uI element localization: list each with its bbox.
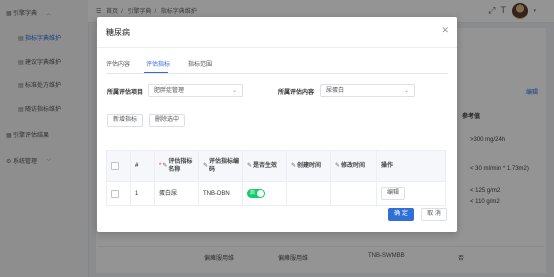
cell: 是否生效 bbox=[253, 163, 278, 169]
row-checkbox-cell bbox=[107, 182, 131, 205]
content-label: 所属评估内容 bbox=[278, 90, 315, 96]
row-ops: 编辑 bbox=[377, 182, 447, 205]
delete-selected-button[interactable]: 删除选中 bbox=[149, 114, 185, 127]
cell: 修改时间 bbox=[341, 163, 366, 169]
project-select[interactable]: 肥胖症管理 ⌄ bbox=[148, 84, 243, 97]
select-value: 尿蛋白 bbox=[326, 88, 345, 94]
edit-row-button[interactable]: 编辑 bbox=[381, 187, 405, 200]
toggle-knob bbox=[257, 190, 264, 197]
edit-icon: ✎ bbox=[291, 163, 297, 169]
divider bbox=[106, 73, 448, 74]
header-modified: ✎ 修改时间 bbox=[331, 151, 377, 181]
tab-content[interactable]: 评估内容 bbox=[106, 59, 130, 68]
row-code[interactable]: TNB-DBN bbox=[199, 182, 243, 205]
select-value: 肥胖症管理 bbox=[154, 88, 185, 94]
tab-range[interactable]: 指标范围 bbox=[188, 59, 212, 68]
edit-icon: ✎ bbox=[335, 163, 341, 169]
divider bbox=[97, 47, 457, 48]
edit-icon: ✎ bbox=[203, 163, 209, 169]
content-select[interactable]: 尿蛋白 ⌄ bbox=[320, 84, 415, 97]
cancel-button[interactable]: 取 消 bbox=[421, 208, 447, 221]
dialog-title: 糖尿病 bbox=[106, 28, 130, 37]
project-label: 所属评估项目 bbox=[107, 90, 144, 96]
confirm-button[interactable]: 确 定 bbox=[388, 208, 414, 221]
header-ops: 操作 bbox=[381, 163, 394, 169]
tab-indicators[interactable]: 评估指标 bbox=[146, 59, 170, 68]
cell: * bbox=[159, 163, 162, 169]
header-name: * ✎ 评估指标名称 bbox=[155, 151, 199, 181]
row-modified bbox=[331, 182, 377, 205]
header-code: ✎ 评估指标编码 bbox=[199, 151, 243, 181]
table-row: 1 蛋白尿 TNB-DBN 启 编辑 bbox=[106, 182, 446, 206]
row-checkbox[interactable] bbox=[111, 189, 119, 198]
cell: 评估指标编码 bbox=[209, 159, 240, 173]
chevron-down-icon: ⌄ bbox=[403, 88, 409, 94]
row-created bbox=[287, 182, 331, 205]
edit-icon: ✎ bbox=[247, 163, 253, 169]
cell: 创建时间 bbox=[297, 163, 322, 169]
header-effective: ✎ 是否生效 bbox=[243, 151, 287, 181]
edit-icon: ✎ bbox=[162, 163, 168, 169]
header-checkbox-cell bbox=[107, 151, 131, 181]
cell: 启 bbox=[250, 190, 256, 196]
indicator-dialog: 糖尿病 ✕ 评估内容 评估指标 指标范围 所属评估项目 肥胖症管理 ⌄ 所属评估内… bbox=[97, 17, 457, 232]
add-indicator-button[interactable]: 新增指标 bbox=[107, 114, 143, 127]
row-effective: 启 bbox=[243, 182, 287, 205]
header-index: # bbox=[131, 151, 155, 181]
cell: 评估指标名称 bbox=[168, 159, 193, 173]
table-header: # * ✎ 评估指标名称 ✎ 评估指标编码 ✎ 是否生效 ✎ 创建时间 ✎ 修改时间 操作 bbox=[106, 150, 446, 182]
chevron-down-icon: ⌄ bbox=[231, 88, 237, 94]
close-icon[interactable]: ✕ bbox=[441, 25, 449, 36]
row-index: 1 bbox=[131, 182, 155, 205]
header-created: ✎ 创建时间 bbox=[287, 151, 331, 181]
select-all-checkbox[interactable] bbox=[111, 162, 119, 170]
row-name[interactable]: 蛋白尿 bbox=[155, 182, 199, 205]
effective-toggle[interactable]: 启 bbox=[247, 189, 265, 198]
